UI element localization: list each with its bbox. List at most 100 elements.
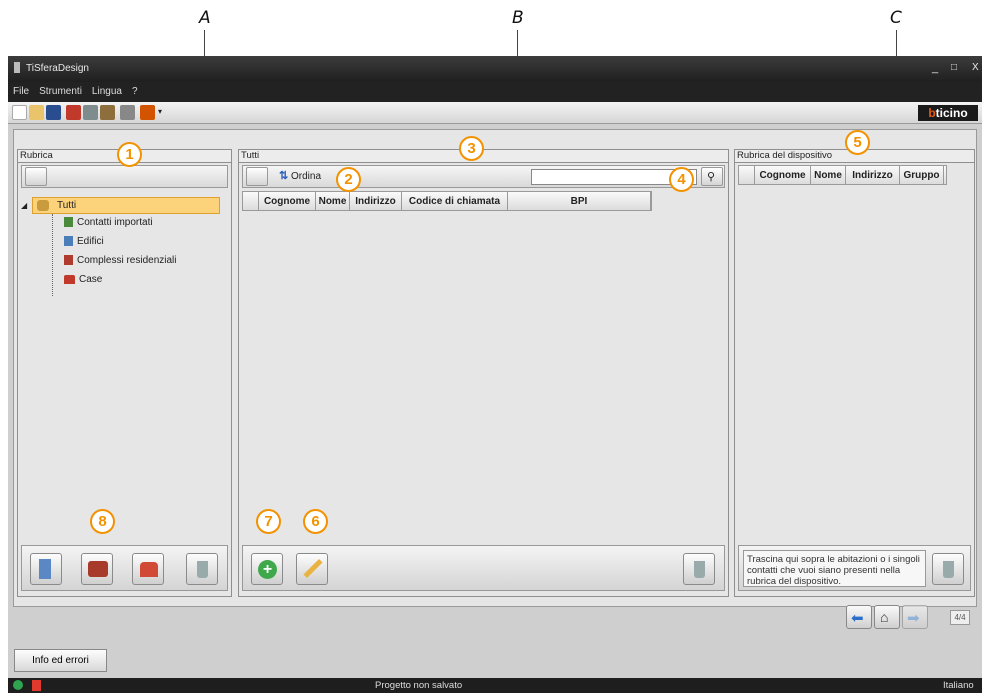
tree-connector	[52, 214, 53, 296]
pencil-icon	[303, 558, 323, 579]
window-title: TiSferaDesign	[26, 63, 89, 74]
rubrica-panel: Rubrica ◢ Tutti Contatti importati Edifi…	[17, 149, 232, 597]
title-bar: TiSferaDesign _ □ X	[8, 56, 982, 82]
home-icon: ⌂	[880, 609, 889, 625]
tutti-table-header: Cognome Nome Indirizzo Codice di chiamat…	[242, 191, 652, 211]
drop-hint: Trascina qui sopra le abitazioni o i sin…	[743, 550, 926, 587]
pdf-icon	[32, 680, 41, 691]
menu-bar: File Strumenti Lingua?	[8, 82, 982, 102]
address-book-icon[interactable]	[25, 167, 47, 186]
forward-button[interactable]: ➡	[902, 605, 928, 629]
callout-3: 3	[459, 136, 484, 161]
app-icon	[14, 62, 20, 73]
app-window: TiSferaDesign _ □ X File Strumenti Lingua?…	[8, 56, 982, 693]
rubrica-icon-bar	[21, 165, 228, 188]
print-icon[interactable]	[120, 105, 135, 120]
callout-6: 6	[303, 509, 328, 534]
new-file-icon[interactable]	[12, 105, 27, 120]
minimize-button[interactable]: _	[932, 62, 938, 74]
callout-2: 2	[336, 167, 361, 192]
tutti-icon-bar: ⇅ Ordina ⚲	[242, 165, 725, 188]
tree-item-tutti[interactable]: ◢ Tutti	[21, 197, 220, 214]
info-errors-button[interactable]: Info ed errori	[14, 649, 107, 672]
row-selector-header	[739, 166, 755, 184]
export-icon[interactable]	[83, 105, 98, 120]
sort-button[interactable]: Ordina	[291, 171, 321, 182]
col-cognome[interactable]: Cognome	[259, 192, 316, 210]
chevron-down-icon[interactable]: ▾	[158, 107, 162, 116]
menu-help[interactable]: ?	[127, 82, 143, 97]
home-button[interactable]: ⌂	[874, 605, 900, 629]
tree-item-contatti[interactable]: Contatti importati	[64, 217, 153, 228]
col-cognome[interactable]: Cognome	[755, 166, 811, 184]
page-indicator: 4/4	[950, 610, 970, 625]
menu-lingua[interactable]: Lingua	[87, 82, 127, 97]
search-button[interactable]: ⚲	[701, 167, 723, 186]
row-selector-header	[243, 192, 259, 210]
callout-5: 5	[845, 130, 870, 155]
menu-strumenti[interactable]: Strumenti	[34, 82, 87, 97]
delete-device-contact-button[interactable]	[932, 553, 964, 585]
delete-button[interactable]	[186, 553, 218, 585]
status-text: Progetto non salvato	[375, 680, 463, 691]
device-bottom-bar: Trascina qui sopra le abitazioni o i sin…	[738, 545, 971, 591]
device-table-header: Cognome Nome Indirizzo Gruppo	[738, 165, 947, 185]
trash-icon	[943, 561, 954, 578]
delete-contact-button[interactable]	[683, 553, 715, 585]
search-icon: ⚲	[707, 171, 716, 183]
nav-controls: ⬅ ⌂ ➡ 4/4	[846, 605, 976, 631]
add-contact-button[interactable]: +	[251, 553, 283, 585]
callout-8: 8	[90, 509, 115, 534]
complex-icon	[64, 255, 73, 266]
edit-contact-button[interactable]	[296, 553, 328, 585]
col-codice[interactable]: Codice di chiamata	[402, 192, 508, 210]
save-icon[interactable]	[46, 105, 61, 120]
brand-logo: bticino	[918, 105, 978, 121]
annotation-letter-a: A	[199, 8, 211, 28]
menu-file[interactable]: File	[8, 82, 34, 97]
tutti-bottom-bar: +	[242, 545, 725, 591]
maximize-button[interactable]: □	[951, 62, 957, 73]
col-bpi[interactable]: BPI	[508, 192, 651, 210]
callout-4: 4	[669, 167, 694, 192]
tools-icon[interactable]	[100, 105, 115, 120]
back-button[interactable]: ⬅	[846, 605, 872, 629]
expand-icon[interactable]: ◢	[21, 198, 27, 213]
trash-icon	[694, 561, 705, 578]
col-nome[interactable]: Nome	[811, 166, 846, 184]
add-complex-icon	[88, 561, 108, 577]
building-icon	[64, 236, 73, 247]
add-building-icon	[39, 559, 51, 579]
tree-item-case[interactable]: Case	[64, 274, 102, 285]
tree-item-complessi[interactable]: Complessi residenziali	[64, 255, 176, 266]
import-icon[interactable]	[66, 105, 81, 120]
add-building-button[interactable]	[30, 553, 62, 585]
col-indirizzo[interactable]: Indirizzo	[846, 166, 900, 184]
close-button[interactable]: X	[972, 62, 979, 73]
status-bar: Progetto non salvato Italiano	[8, 678, 982, 693]
add-complex-button[interactable]	[81, 553, 113, 585]
contacts-tree: ◢ Tutti Contatti importati Edifici Compl…	[21, 197, 229, 296]
open-folder-icon[interactable]	[29, 105, 44, 120]
annotation-letter-b: B	[512, 8, 524, 28]
import-contact-icon	[64, 217, 73, 228]
callout-1: 1	[117, 142, 142, 167]
arrow-right-icon: ➡	[907, 610, 920, 627]
address-book-icon[interactable]	[246, 167, 268, 186]
trash-icon	[197, 561, 208, 578]
arrow-left-icon: ⬅	[851, 610, 864, 627]
device-phonebook-panel: Rubrica del dispositivo Cognome Nome Ind…	[734, 149, 975, 597]
add-house-button[interactable]	[132, 553, 164, 585]
col-gruppo[interactable]: Gruppo	[900, 166, 944, 184]
callout-7: 7	[256, 509, 281, 534]
house-icon	[64, 274, 75, 284]
tree-item-edifici[interactable]: Edifici	[64, 236, 104, 247]
main-toolbar: ▾ bticino	[8, 102, 982, 124]
col-nome[interactable]: Nome	[316, 192, 350, 210]
report-icon[interactable]	[140, 105, 155, 120]
add-house-icon	[140, 562, 158, 577]
contacts-icon	[37, 200, 49, 211]
plus-icon: +	[258, 560, 277, 579]
col-indirizzo[interactable]: Indirizzo	[350, 192, 402, 210]
language-indicator: Italiano	[943, 680, 974, 691]
